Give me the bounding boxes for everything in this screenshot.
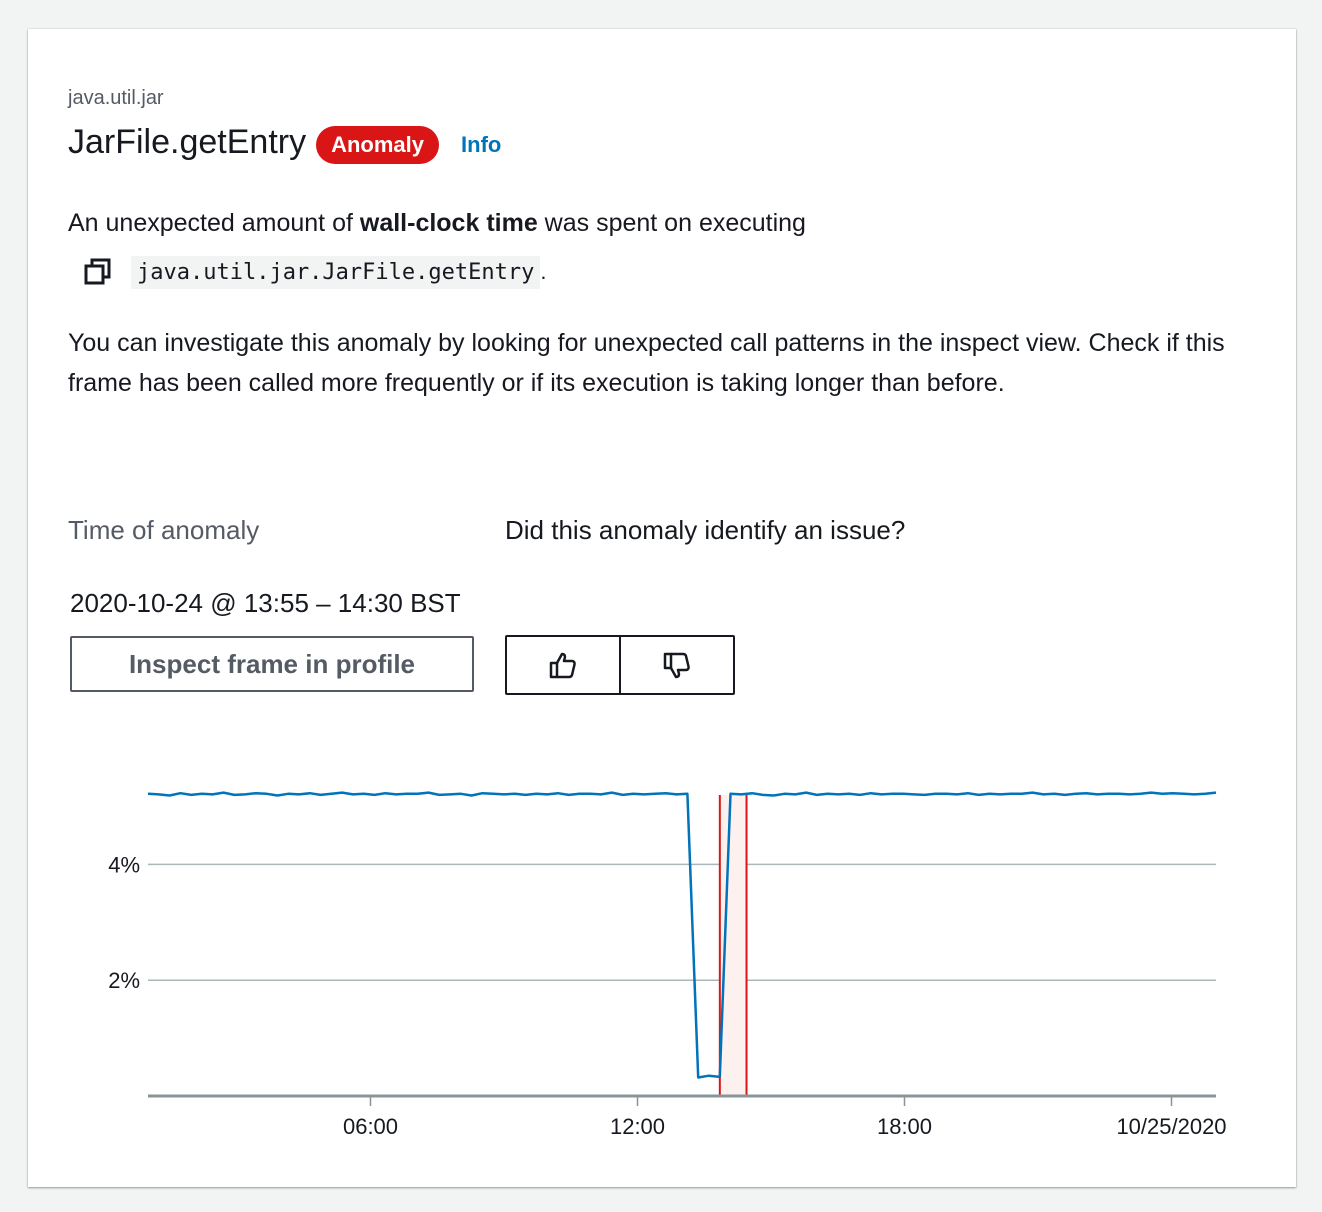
time-of-anomaly-label: Time of anomaly (68, 515, 260, 545)
description-prefix: An unexpected amount of (68, 209, 360, 237)
info-link[interactable]: Info (461, 132, 501, 158)
guidance-text: You can investigate this anomaly by look… (68, 329, 1225, 397)
thumbs-up-button[interactable] (507, 637, 619, 693)
package-name: java.util.jar (68, 87, 164, 109)
anomaly-card: java.util.jar JarFile.getEntry Anomaly I… (28, 29, 1296, 1187)
time-of-anomaly-value: 2020-10-24 @ 13:55 – 14:30 BST (70, 588, 461, 618)
inspect-frame-button[interactable]: Inspect frame in profile (70, 636, 474, 692)
anomaly-description: An unexpected amount of wall-clock time … (68, 205, 806, 241)
series-line (147, 791, 1217, 1079)
y-tick-label: 4% (108, 852, 140, 877)
title-row: JarFile.getEntry Anomaly Info (68, 119, 501, 165)
x-tick-label: 18:00 (877, 1114, 932, 1139)
thumbs-up-icon (549, 652, 576, 679)
x-tick-label: 10/25/2020 (1116, 1114, 1226, 1139)
description-bold: wall-clock time (359, 209, 538, 237)
x-tick-label: 12:00 (610, 1114, 665, 1139)
feedback-question: Did this anomaly identify an issue? (505, 515, 906, 545)
anomaly-chart: 4% 2% 06:00 12:00 18:00 10/25/2020 (108, 791, 1227, 1139)
frame-title: JarFile.getEntry (68, 122, 307, 161)
y-tick-label: 2% (108, 968, 140, 993)
feedback-button-group (505, 635, 735, 695)
code-suffix: . (540, 259, 547, 284)
thumbs-down-button[interactable] (619, 637, 733, 693)
x-tick-label: 06:00 (343, 1114, 398, 1139)
code-row: java.util.jar.JarFile.getEntry. (83, 252, 546, 292)
copy-icon[interactable] (83, 257, 113, 287)
description-suffix: was spent on executing (537, 209, 806, 237)
thumbs-down-icon (663, 652, 690, 679)
anomaly-badge: Anomaly (316, 126, 440, 164)
frame-code: java.util.jar.JarFile.getEntry (131, 255, 541, 289)
